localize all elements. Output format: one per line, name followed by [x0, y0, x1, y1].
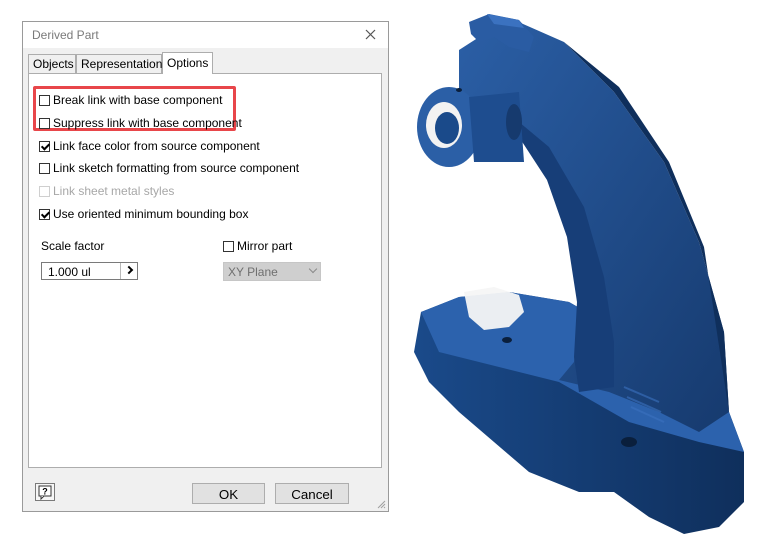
- link-sketch-formatting-label: Link sketch formatting from source compo…: [53, 161, 300, 175]
- resize-grip-icon[interactable]: [376, 499, 386, 509]
- mirror-part-label: Mirror part: [237, 239, 293, 253]
- link-sheet-metal-label: Link sheet metal styles: [53, 184, 175, 198]
- dialog-title: Derived Part: [32, 28, 99, 42]
- suppress-link-label: Suppress link with base component: [53, 116, 242, 130]
- cancel-button[interactable]: Cancel: [275, 483, 349, 504]
- help-icon: ?: [38, 485, 52, 501]
- link-sketch-formatting-checkbox[interactable]: [39, 162, 50, 174]
- link-face-color-label: Link face color from source component: [53, 139, 260, 153]
- break-link-option[interactable]: Break link with base component: [39, 92, 222, 108]
- bounding-box-checkbox[interactable]: [39, 208, 50, 220]
- mirror-plane-value: XY Plane: [228, 265, 278, 279]
- link-face-color-option[interactable]: Link face color from source component: [39, 138, 260, 154]
- break-link-checkbox[interactable]: [39, 94, 50, 106]
- svg-text:?: ?: [42, 487, 48, 497]
- part-model-render: [414, 14, 744, 534]
- mirror-part-option[interactable]: Mirror part: [223, 238, 292, 254]
- bounding-box-label: Use oriented minimum bounding box: [53, 207, 249, 221]
- chevron-down-icon: [308, 264, 318, 274]
- mirror-plane-select: XY Plane: [223, 262, 321, 281]
- derived-part-dialog: Derived Part Objects Representation Opti…: [22, 21, 389, 512]
- link-sketch-formatting-option[interactable]: Link sketch formatting from source compo…: [39, 160, 299, 176]
- mirror-part-checkbox[interactable]: [223, 240, 234, 252]
- options-panel: Break link with base component Suppress …: [28, 73, 382, 468]
- tab-label: Objects: [33, 57, 74, 71]
- close-icon[interactable]: [362, 24, 380, 44]
- tab-options[interactable]: Options: [162, 52, 213, 74]
- bounding-box-option[interactable]: Use oriented minimum bounding box: [39, 206, 248, 222]
- link-face-color-checkbox[interactable]: [39, 140, 50, 152]
- tab-representation[interactable]: Representation: [76, 54, 162, 73]
- link-sheet-metal-option: Link sheet metal styles: [39, 183, 174, 199]
- tab-label: Options: [167, 56, 209, 70]
- suppress-link-checkbox[interactable]: [39, 117, 50, 129]
- chevron-right-icon[interactable]: [120, 263, 137, 279]
- tab-objects[interactable]: Objects: [28, 54, 76, 73]
- link-sheet-metal-checkbox: [39, 185, 50, 197]
- title-bar: Derived Part: [23, 22, 388, 48]
- break-link-label: Break link with base component: [53, 93, 223, 107]
- ok-button[interactable]: OK: [192, 483, 265, 504]
- tab-label: Representation: [81, 57, 163, 71]
- scale-factor-value: 1.000 ul: [48, 265, 91, 279]
- help-button[interactable]: ?: [35, 483, 55, 501]
- suppress-link-option[interactable]: Suppress link with base component: [39, 115, 242, 131]
- scale-factor-input[interactable]: 1.000 ul: [41, 262, 138, 280]
- scale-factor-label: Scale factor: [41, 239, 105, 253]
